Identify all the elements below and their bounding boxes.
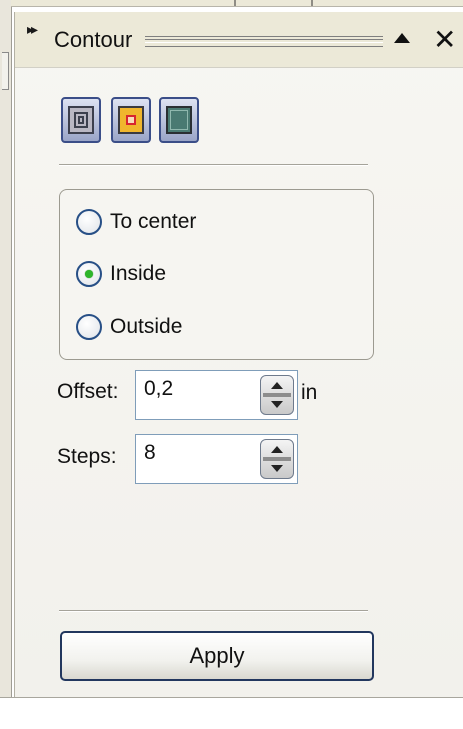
radio-circle[interactable] [76, 209, 102, 235]
docker-body: To center Inside Outside Offset: 0,2 in … [15, 67, 463, 698]
docker-titlebar[interactable]: ▸▸ Contour ✕ [15, 12, 463, 67]
spin-down-icon[interactable] [271, 465, 283, 472]
inside-mode-button[interactable] [111, 97, 151, 143]
offset-stepper[interactable] [135, 370, 298, 420]
radio-circle[interactable] [76, 261, 102, 287]
offset-label: Offset: [57, 380, 119, 403]
inside-contour-icon [118, 106, 144, 134]
outside-contour-icon [166, 106, 192, 134]
offset-unit: in [301, 381, 318, 404]
docker-title: Contour [54, 27, 133, 52]
docker-top-border [11, 0, 463, 7]
spin-down-icon[interactable] [271, 401, 283, 408]
docker-bottom-border [0, 697, 463, 698]
spin-divider [263, 457, 291, 461]
direction-radio-group: To center Inside Outside [59, 189, 374, 360]
radio-label: To center [110, 210, 197, 233]
apply-button[interactable]: Apply [60, 631, 374, 681]
scroll-edge [2, 52, 9, 90]
offset-spin-buttons[interactable] [260, 375, 294, 415]
offset-input[interactable] [144, 376, 244, 402]
steps-stepper[interactable] [135, 434, 298, 484]
concentric-squares-icon [68, 106, 94, 134]
radio-label: Inside [110, 262, 167, 285]
expand-arrows-icon[interactable]: ▸▸ [27, 22, 38, 36]
separator [59, 610, 368, 612]
spin-up-icon[interactable] [271, 446, 283, 453]
spin-divider [263, 393, 291, 397]
radio-selected-dot [85, 270, 93, 278]
contour-docker: ▸▸ Contour ✕ To center Inside Outside Of… [14, 12, 463, 697]
steps-label: Steps: [57, 445, 117, 468]
application-edge [0, 0, 12, 697]
separator [59, 164, 368, 166]
drag-grip[interactable] [145, 36, 383, 47]
steps-spin-buttons[interactable] [260, 439, 294, 479]
spin-up-icon[interactable] [271, 382, 283, 389]
close-icon[interactable]: ✕ [433, 26, 456, 54]
border-notch [234, 0, 236, 6]
border-notch [311, 0, 313, 6]
radio-label: Outside [110, 315, 183, 338]
radio-circle[interactable] [76, 314, 102, 340]
to-center-mode-button[interactable] [61, 97, 101, 143]
outside-mode-button[interactable] [159, 97, 199, 143]
collapse-icon[interactable] [394, 33, 410, 43]
steps-input[interactable] [144, 440, 244, 466]
screen: ▸▸ Contour ✕ To center Inside Outside Of… [0, 0, 463, 729]
